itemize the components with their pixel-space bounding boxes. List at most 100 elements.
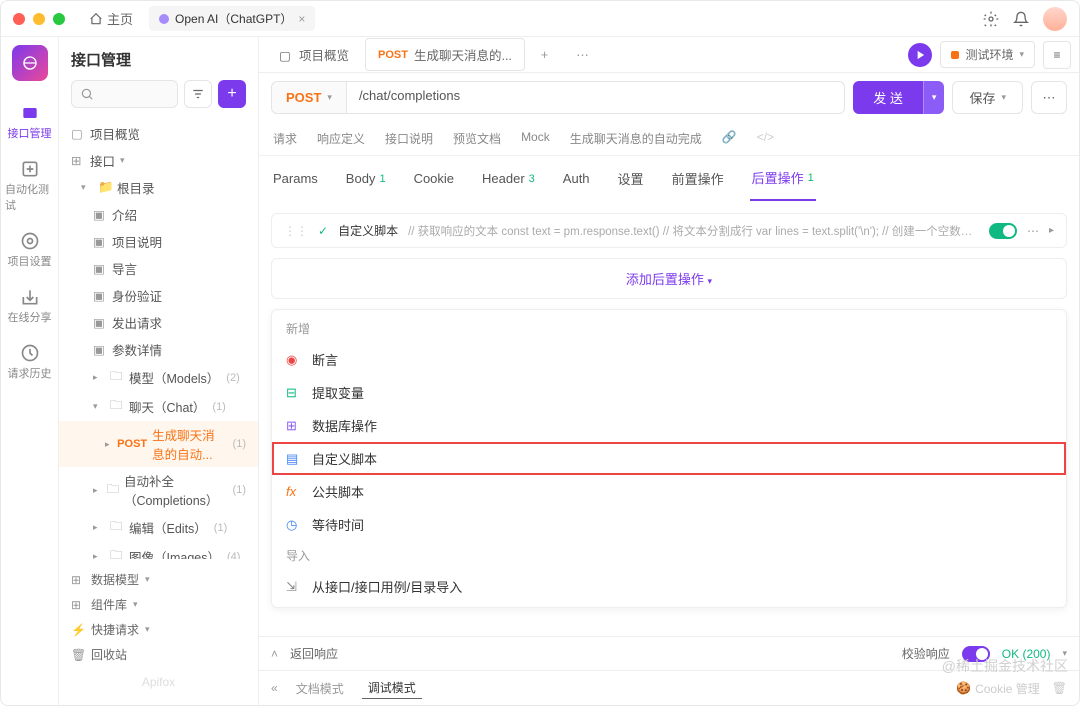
more-icon[interactable]: ⋯	[1027, 224, 1039, 238]
footer-tab-doc[interactable]: 文档模式	[290, 678, 350, 699]
trash-icon[interactable]: 🗑	[1052, 681, 1067, 695]
tab-menu-button[interactable]: ⋯	[564, 41, 601, 68]
subtab-request[interactable]: 请求	[271, 122, 299, 155]
rail-share[interactable]: 在线分享	[1, 279, 58, 333]
tree-folder[interactable]: ▸🗀自动补全（Completions）(1)	[59, 467, 258, 513]
doc-icon: ▣	[93, 207, 107, 222]
status-label[interactable]: OK (200)	[1002, 647, 1051, 661]
dropdown-section-new: 新增	[272, 314, 1066, 343]
reqtab-badge: 1	[808, 172, 814, 184]
collapse-icon[interactable]: ˄	[271, 647, 278, 661]
url-input[interactable]: /chat/completions	[347, 81, 845, 114]
rail-history[interactable]: 请求历史	[1, 335, 58, 389]
send-button[interactable]: 发 送	[853, 81, 923, 114]
script-row[interactable]: ⋮⋮ ✓ 自定义脚本 // 获取响应的文本 const text = pm.re…	[271, 213, 1067, 248]
rail-automation[interactable]: 自动化测试	[1, 151, 58, 221]
doc-icon: ▣	[93, 288, 107, 303]
minimize-window[interactable]	[33, 13, 45, 25]
subtab-link-icon[interactable]: 🔗	[720, 122, 739, 155]
settings-icon[interactable]	[983, 11, 999, 27]
footer-tab-debug[interactable]: 调试模式	[362, 677, 422, 699]
environment-select[interactable]: 测试环境 ▾	[940, 41, 1035, 68]
method-badge: POST	[117, 438, 147, 450]
dp-label: 自定义脚本	[312, 449, 377, 468]
tree-api-root[interactable]: ⊞ 接口 ▾	[59, 147, 258, 174]
settings-gear-icon	[20, 231, 40, 251]
sidebar-trash[interactable]: 🗑回收站	[71, 642, 246, 667]
dropdown-wait[interactable]: ◷等待时间	[272, 508, 1066, 541]
chevron-right-icon[interactable]: ▸	[1049, 225, 1054, 236]
search-input[interactable]	[71, 80, 178, 108]
notification-icon[interactable]	[1013, 11, 1029, 27]
dropdown-extract[interactable]: ⊟提取变量	[272, 376, 1066, 409]
drag-handle-icon[interactable]: ⋮⋮	[284, 224, 308, 238]
close-window[interactable]	[13, 13, 25, 25]
script-toggle[interactable]	[989, 223, 1017, 239]
close-tab-icon[interactable]: ×	[298, 12, 305, 26]
tree-doc-item[interactable]: ▣参数详情	[59, 336, 258, 363]
project-tab[interactable]: Open AI（ChatGPT） ×	[149, 6, 315, 31]
tab-api[interactable]: POST 生成聊天消息的...	[365, 38, 525, 71]
tree-overview[interactable]: ▢ 项目概览	[59, 120, 258, 147]
reqtab-body[interactable]: Body1	[344, 156, 388, 201]
add-tab-button[interactable]: +	[529, 42, 560, 68]
chevron-down-icon[interactable]: ▾	[1062, 648, 1067, 659]
reqtab-pre[interactable]: 前置操作	[670, 156, 726, 201]
response-back-label[interactable]: 返回响应	[290, 645, 338, 662]
dropdown-custom-script[interactable]: ▤自定义脚本	[272, 442, 1066, 475]
add-button[interactable]: +	[218, 80, 246, 108]
tree-folder[interactable]: ▸🗀编辑（Edits）(1)	[59, 513, 258, 542]
reqtab-params[interactable]: Params	[271, 156, 320, 201]
subtab-preview[interactable]: 预览文档	[451, 122, 503, 155]
collapse-sidebar-icon[interactable]: «	[271, 681, 278, 695]
run-button[interactable]	[908, 43, 932, 67]
add-operation-button[interactable]: 添加后置操作 ▾	[271, 258, 1067, 299]
reqtab-auth[interactable]: Auth	[561, 156, 592, 201]
reqtab-header[interactable]: Header3	[480, 156, 537, 201]
layout-button[interactable]: ≡	[1043, 41, 1071, 69]
tree-doc-item[interactable]: ▣项目说明	[59, 228, 258, 255]
filter-button[interactable]	[184, 80, 212, 108]
workspace-logo[interactable]	[12, 45, 48, 81]
dropdown-assert[interactable]: ◉断言	[272, 343, 1066, 376]
dropdown-public-script[interactable]: fx公共脚本	[272, 475, 1066, 508]
tab-overview[interactable]: ▢ 项目概览	[267, 39, 361, 70]
method-select[interactable]: POST ▾	[271, 81, 347, 114]
tree-root-dir[interactable]: ▾ 📁 根目录	[59, 174, 258, 201]
reqtab-post[interactable]: 后置操作1	[750, 156, 816, 201]
sidebar-quick-request[interactable]: ⚡快捷请求▾	[71, 617, 246, 642]
reqtab-cookie[interactable]: Cookie	[412, 156, 456, 201]
tree-doc-item[interactable]: ▣导言	[59, 255, 258, 282]
subtab-code-icon[interactable]: </>	[755, 122, 776, 155]
subtab-mock[interactable]: Mock	[519, 122, 552, 155]
reqtab-settings[interactable]: 设置	[616, 156, 646, 201]
user-avatar[interactable]	[1043, 7, 1067, 31]
subtab-desc[interactable]: 接口说明	[383, 122, 435, 155]
tree-doc-item[interactable]: ▣身份验证	[59, 282, 258, 309]
tree-folder[interactable]: ▾🗀聊天（Chat）(1)	[59, 392, 258, 421]
maximize-window[interactable]	[53, 13, 65, 25]
tree-api-item[interactable]: ▸POST生成聊天消息的自动...(1)	[59, 421, 258, 467]
sidebar-components[interactable]: ⊞组件库▾	[71, 592, 246, 617]
save-button[interactable]: 保存▾	[952, 81, 1023, 114]
rail-api-manage[interactable]: 接口管理	[1, 95, 58, 149]
rail-project-settings[interactable]: 项目设置	[1, 223, 58, 277]
send-dropdown-button[interactable]: ▾	[923, 81, 945, 114]
tree-doc-item[interactable]: ▣发出请求	[59, 309, 258, 336]
fx-icon: fx	[286, 484, 302, 499]
tree-folder[interactable]: ▸🗀模型（Models）(2)	[59, 363, 258, 392]
home-button[interactable]: 主页	[81, 5, 141, 32]
tree-doc-item[interactable]: ▣介绍	[59, 201, 258, 228]
folder-icon: 🗀	[110, 396, 124, 417]
subtab-response[interactable]: 响应定义	[315, 122, 367, 155]
overview-icon: ▢	[71, 126, 85, 141]
verify-toggle[interactable]	[962, 646, 990, 662]
sidebar-data-model[interactable]: ⊞数据模型▾	[71, 567, 246, 592]
more-button[interactable]: ⋯	[1031, 81, 1067, 114]
search-icon	[80, 87, 94, 101]
dropdown-database[interactable]: ⊞数据库操作	[272, 409, 1066, 442]
tree-folder[interactable]: ▸🗀图像（Images）(4)	[59, 542, 258, 559]
cookie-manager[interactable]: 🍪Cookie 管理	[956, 680, 1040, 697]
subtab-gen[interactable]: 生成聊天消息的自动完成	[568, 122, 704, 155]
dropdown-import[interactable]: ⇲从接口/接口用例/目录导入	[272, 570, 1066, 603]
